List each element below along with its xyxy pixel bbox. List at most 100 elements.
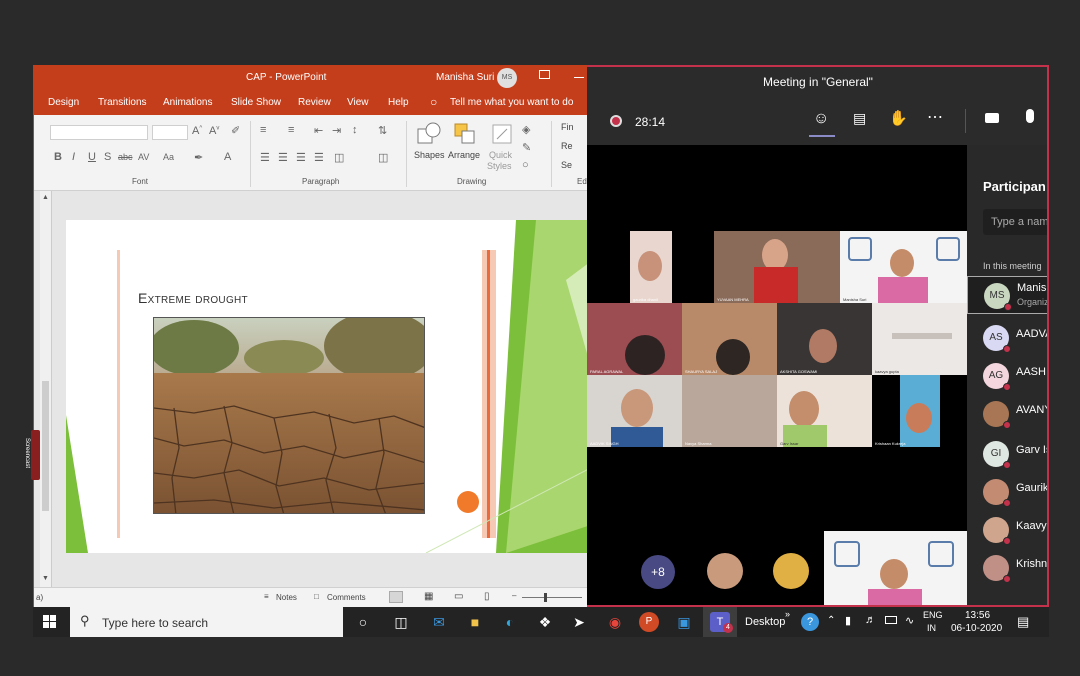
highlight-icon[interactable]: ✒ bbox=[194, 151, 203, 164]
ribbon-display-icon[interactable] bbox=[539, 70, 550, 79]
video-tile[interactable]: AKSHITA GOSWAMI bbox=[777, 303, 872, 375]
app-icon-blue[interactable]: ▣ bbox=[674, 612, 694, 632]
tab-design[interactable]: Design bbox=[48, 97, 79, 108]
comments-button[interactable]: Comments bbox=[327, 593, 366, 602]
zoom-slider[interactable] bbox=[522, 597, 582, 598]
volume-icon[interactable]: ♬ bbox=[865, 614, 876, 626]
participant-row[interactable]: GI Garv Is bbox=[967, 435, 1047, 473]
shape-outline-icon[interactable]: ✎ bbox=[522, 141, 531, 154]
reading-view-icon[interactable]: ▭ bbox=[454, 591, 463, 602]
arrange-button[interactable]: Arrange bbox=[448, 150, 480, 160]
chrome-icon[interactable]: ◉ bbox=[605, 612, 625, 632]
participants-icon[interactable]: ☺ bbox=[813, 110, 829, 128]
participant-avatar[interactable] bbox=[707, 553, 743, 589]
clock-time[interactable]: 13:56 bbox=[965, 610, 990, 621]
mail-icon[interactable]: ✉ bbox=[429, 612, 449, 632]
video-tile[interactable]: AADVIK SINGH bbox=[587, 375, 682, 447]
decrease-indent-icon[interactable]: ⇤ bbox=[314, 124, 323, 137]
shrink-font-icon[interactable]: Av bbox=[209, 125, 219, 137]
strikethrough-button[interactable]: abc bbox=[118, 152, 133, 162]
participant-row[interactable]: MS Manis Organiz bbox=[967, 276, 1047, 314]
slide-canvas[interactable]: Extreme drought bbox=[66, 220, 587, 553]
video-tile[interactable]: Navya Sharma bbox=[682, 375, 777, 447]
quick-styles-button[interactable]: Quick bbox=[489, 150, 512, 160]
shapes-icon[interactable] bbox=[416, 121, 442, 147]
replace-button[interactable]: Re bbox=[561, 141, 573, 151]
quick-styles-icon[interactable] bbox=[489, 121, 515, 147]
participant-row[interactable]: Kaavya bbox=[967, 511, 1047, 549]
vertical-scrollbar[interactable]: ▲ ▼ bbox=[40, 191, 52, 587]
camera-icon[interactable] bbox=[985, 113, 999, 123]
tab-slide-show[interactable]: Slide Show bbox=[231, 97, 281, 108]
tab-transitions[interactable]: Transitions bbox=[98, 97, 147, 108]
language-region[interactable]: IN bbox=[927, 623, 936, 633]
arrange-icon[interactable] bbox=[452, 121, 478, 147]
taskbar-search-box[interactable]: ⚲ Type here to search bbox=[70, 607, 343, 637]
slideshow-view-icon[interactable]: ▯ bbox=[484, 591, 490, 602]
scroll-down-icon[interactable]: ▼ bbox=[42, 575, 49, 582]
find-button[interactable]: Fin bbox=[561, 122, 574, 132]
video-tile[interactable]: gaurika dhanil bbox=[630, 231, 672, 303]
language-code[interactable]: ENG bbox=[923, 610, 943, 620]
shadow-button[interactable]: S bbox=[104, 151, 111, 163]
raise-hand-icon[interactable]: ✋ bbox=[889, 109, 908, 127]
change-case-button[interactable]: Aa bbox=[163, 152, 174, 162]
scroll-thumb[interactable] bbox=[42, 381, 49, 511]
grow-font-icon[interactable]: A^ bbox=[192, 125, 202, 137]
minimize-icon[interactable] bbox=[574, 77, 584, 78]
select-button[interactable]: Se bbox=[561, 160, 572, 170]
text-direction-icon[interactable]: ⇅ bbox=[378, 124, 387, 137]
shape-fill-icon[interactable]: ◈ bbox=[522, 123, 530, 136]
more-actions-icon[interactable]: ⋯ bbox=[927, 107, 943, 127]
powerpoint-taskbar-icon[interactable]: P bbox=[639, 612, 659, 632]
dropbox-icon[interactable]: ❖ bbox=[535, 612, 555, 632]
tab-animations[interactable]: Animations bbox=[163, 97, 212, 108]
self-video-tile[interactable] bbox=[824, 531, 967, 605]
task-view-icon[interactable]: ◫ bbox=[391, 612, 411, 632]
zoom-slider-thumb[interactable] bbox=[544, 593, 547, 602]
tab-view[interactable]: View bbox=[347, 97, 369, 108]
font-color-button[interactable]: A bbox=[224, 151, 231, 163]
italic-button[interactable]: I bbox=[72, 151, 75, 163]
screencast-side-tab[interactable]: Screencast bbox=[24, 430, 40, 480]
video-tile[interactable]: kaavya gupta bbox=[872, 303, 967, 375]
slide-title[interactable]: Extreme drought bbox=[138, 290, 248, 306]
teams-taskbar-button[interactable]: T 4 bbox=[703, 607, 737, 637]
numbering-icon[interactable]: ≡ bbox=[288, 124, 294, 136]
video-tile[interactable]: SHAURYA SALAJ bbox=[682, 303, 777, 375]
smartart-icon[interactable]: ◫ bbox=[378, 151, 388, 164]
tell-me-box[interactable]: Tell me what you want to do bbox=[450, 97, 573, 108]
columns-icon[interactable]: ◫ bbox=[334, 151, 344, 164]
windows-start-icon[interactable] bbox=[43, 615, 57, 629]
participant-avatar[interactable] bbox=[773, 553, 809, 589]
ppt-user-avatar[interactable]: MS bbox=[497, 68, 517, 88]
comments-icon[interactable]: □ bbox=[314, 592, 319, 601]
align-left-icon[interactable]: ☰ bbox=[260, 151, 270, 164]
microphone-icon[interactable] bbox=[1026, 109, 1034, 123]
chat-icon[interactable]: ▤ bbox=[853, 110, 866, 127]
normal-view-icon[interactable] bbox=[389, 591, 403, 603]
participant-row[interactable]: Gaurik bbox=[967, 473, 1047, 511]
align-right-icon[interactable]: ☰ bbox=[296, 151, 306, 164]
wifi-icon[interactable]: ∿ bbox=[905, 614, 914, 627]
participant-row[interactable]: AVANY bbox=[967, 395, 1047, 433]
usb-icon[interactable]: ▮ bbox=[845, 614, 851, 627]
more-participants-button[interactable]: +8 bbox=[641, 555, 675, 589]
participant-row[interactable]: AS AADVA bbox=[967, 319, 1047, 357]
tab-help[interactable]: Help bbox=[388, 97, 409, 108]
line-spacing-icon[interactable]: ↕ bbox=[352, 124, 358, 136]
notes-button[interactable]: Notes bbox=[276, 593, 297, 602]
help-icon[interactable]: ? bbox=[801, 613, 819, 631]
edge-icon[interactable]: ◐ bbox=[500, 612, 520, 632]
battery-icon[interactable] bbox=[885, 616, 897, 624]
video-tile[interactable]: PARAL AGRAWAL bbox=[587, 303, 682, 375]
notes-icon[interactable]: ≡ bbox=[264, 592, 269, 601]
show-hidden-icons[interactable]: ⌃ bbox=[827, 615, 835, 626]
video-tile[interactable]: Manisha Suri bbox=[840, 231, 967, 303]
shapes-button[interactable]: Shapes bbox=[414, 150, 445, 160]
video-tile[interactable]: YUVAAN MEHRA bbox=[714, 231, 840, 303]
cortana-icon[interactable]: ○ bbox=[353, 612, 373, 632]
app-icon[interactable]: ➤ bbox=[569, 612, 589, 632]
notifications-icon[interactable]: ▤ bbox=[1017, 614, 1029, 630]
bold-button[interactable]: B bbox=[54, 151, 62, 163]
